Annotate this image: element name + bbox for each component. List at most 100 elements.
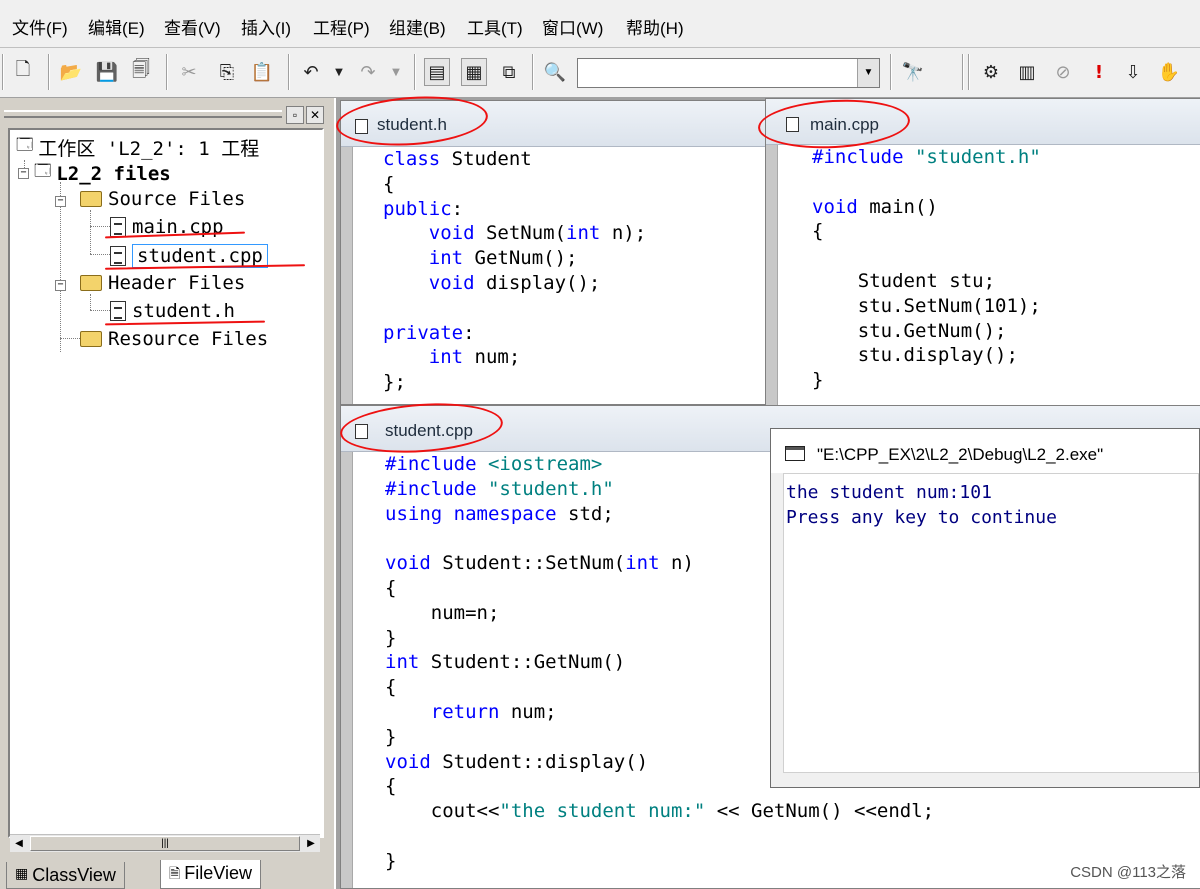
code-token: Student stu; xyxy=(812,269,996,292)
menu-window[interactable]: 窗口(W) xyxy=(542,14,603,39)
code-token: Student::GetNum() xyxy=(419,651,626,674)
code-token: SetNum( xyxy=(474,222,567,245)
console-output-area[interactable]: the student num:101 Press any key to con… xyxy=(783,473,1199,773)
compile-icon[interactable]: ⚙ xyxy=(978,58,1004,86)
menu-view[interactable]: 查看(V) xyxy=(164,14,221,39)
code-token: { xyxy=(385,676,397,699)
code-token: num=n; xyxy=(385,601,500,624)
cut-icon[interactable]: ✂ xyxy=(176,58,202,86)
menu-tools[interactable]: 工具(T) xyxy=(467,14,523,39)
open-folder-icon[interactable]: 📂 xyxy=(58,58,84,86)
menu-edit[interactable]: 编辑(E) xyxy=(88,14,145,39)
code-editor[interactable]: class Student { public: void SetNum(int … xyxy=(341,147,771,404)
code-token: stu.SetNum(101); xyxy=(812,294,1041,317)
code-token: } xyxy=(812,369,824,392)
tree-file-student-h[interactable]: student.h xyxy=(110,300,235,322)
toolbar-grip xyxy=(968,54,970,90)
maximize-panel-icon[interactable]: ▫ xyxy=(286,106,304,124)
folder-icon xyxy=(80,275,102,291)
tree-workspace-root[interactable]: 🗔 工作区 'L2_2': 1 工程 xyxy=(16,134,259,161)
code-token: } xyxy=(385,626,397,649)
output-toggle-icon[interactable]: ▦ xyxy=(461,58,487,86)
menu-help[interactable]: 帮助(H) xyxy=(626,14,684,39)
file-tree: 🗔 工作区 'L2_2': 1 工程 − 🗔 L2_2 files − Sour… xyxy=(8,128,324,838)
copy-icon[interactable]: ⎘ xyxy=(214,58,240,86)
code-keyword: void xyxy=(385,750,431,773)
project-icon: 🗔 xyxy=(34,161,52,180)
new-file-icon[interactable]: 🗋 xyxy=(10,58,36,86)
close-panel-icon[interactable]: ✕ xyxy=(306,106,324,124)
code-token: display(); xyxy=(474,271,601,294)
collapse-toggle-icon[interactable]: − xyxy=(55,280,66,291)
toolbar-separator xyxy=(288,54,290,90)
code-token: n); xyxy=(600,222,647,245)
find-in-files-icon[interactable]: 🔍 xyxy=(542,58,568,86)
scroll-thumb[interactable]: ||| xyxy=(30,836,300,851)
redo-icon[interactable]: ↷ xyxy=(355,58,381,86)
find-icon[interactable]: 🔭 xyxy=(900,58,926,86)
code-keyword: int xyxy=(428,346,464,369)
code-directive: #include xyxy=(812,146,904,168)
collapse-toggle-icon[interactable]: − xyxy=(55,196,66,207)
code-token: Student xyxy=(440,148,532,170)
code-editor[interactable]: #include "student.h" void main() { Stude… xyxy=(766,145,1200,427)
code-text[interactable]: class Student { public: void SetNum(int … xyxy=(383,147,646,395)
code-token: { xyxy=(385,775,397,798)
workspace-toggle-icon[interactable]: ▤ xyxy=(424,58,450,86)
code-string: <iostream> xyxy=(487,453,603,475)
window-list-icon[interactable]: ⧉ xyxy=(496,58,522,86)
build-icon[interactable]: ▥ xyxy=(1014,58,1040,86)
scroll-right-icon[interactable]: ▶ xyxy=(302,835,320,853)
tree-project[interactable]: 🗔 L2_2 files xyxy=(34,160,171,187)
toolbar-separator xyxy=(414,54,416,90)
undo-icon[interactable]: ↶ xyxy=(298,58,324,86)
find-combo-box[interactable]: ▼ xyxy=(577,58,880,88)
tab-classview[interactable]: ▦ ClassView xyxy=(6,862,125,889)
execute-icon[interactable]: ! xyxy=(1086,58,1112,86)
code-token: { xyxy=(383,172,395,195)
paste-icon[interactable]: 📋 xyxy=(249,58,275,86)
folder-icon xyxy=(80,191,102,207)
undo-dropdown-icon[interactable]: ▼ xyxy=(326,58,352,86)
code-token: } xyxy=(385,725,397,748)
editor-gutter xyxy=(341,452,353,888)
tree-folder-resource[interactable]: Resource Files xyxy=(80,328,268,350)
tree-folder-header[interactable]: Header Files xyxy=(80,272,245,294)
menu-build[interactable]: 组建(B) xyxy=(389,14,446,39)
menu-insert[interactable]: 插入(I) xyxy=(241,14,291,39)
stop-build-icon[interactable]: ⊘ xyxy=(1050,58,1076,86)
menu-file[interactable]: 文件(F) xyxy=(12,14,68,39)
breakpoint-hand-icon[interactable]: ✋ xyxy=(1156,58,1182,86)
scroll-left-icon[interactable]: ◀ xyxy=(10,835,28,853)
code-keyword: public xyxy=(383,197,452,220)
console-titlebar[interactable]: "E:\CPP_EX\2\L2_2\Debug\L2_2.exe" xyxy=(771,429,1199,473)
chevron-down-icon[interactable]: ▼ xyxy=(857,59,879,87)
code-token: stu.GetNum(); xyxy=(812,319,1007,342)
code-text[interactable]: #include "student.h" void main() { Stude… xyxy=(812,145,1041,393)
collapse-toggle-icon[interactable]: − xyxy=(18,168,29,179)
code-token: << GetNum() <<endl; xyxy=(705,800,935,823)
code-token: GetNum(); xyxy=(463,247,578,270)
code-keyword: int xyxy=(428,247,464,270)
horizontal-scrollbar[interactable]: ◀ ||| ▶ xyxy=(10,834,320,852)
code-keyword: int xyxy=(566,222,601,245)
code-token: cout<< xyxy=(385,800,500,823)
code-keyword: void xyxy=(428,222,475,245)
tab-fileview[interactable]: 🗎 FileView xyxy=(160,860,261,889)
redo-dropdown-icon[interactable]: ▼ xyxy=(383,58,409,86)
toolbar-separator xyxy=(890,54,892,90)
tree-folder-source[interactable]: Source Files xyxy=(80,188,245,210)
save-all-icon[interactable]: 🗐 xyxy=(128,58,154,86)
editor-gutter xyxy=(766,145,778,427)
menu-project[interactable]: 工程(P) xyxy=(313,14,370,39)
go-debug-icon[interactable]: ⇩ xyxy=(1120,58,1146,86)
save-icon[interactable]: 💾 xyxy=(94,58,120,86)
panel-grip[interactable] xyxy=(4,110,282,118)
toolbar-grip xyxy=(2,54,4,90)
workspace-panel: ▫ ✕ 🗔 工作区 'L2_2': 1 工程 − 🗔 L2_2 files − … xyxy=(0,98,333,889)
code-keyword: int xyxy=(625,552,660,575)
